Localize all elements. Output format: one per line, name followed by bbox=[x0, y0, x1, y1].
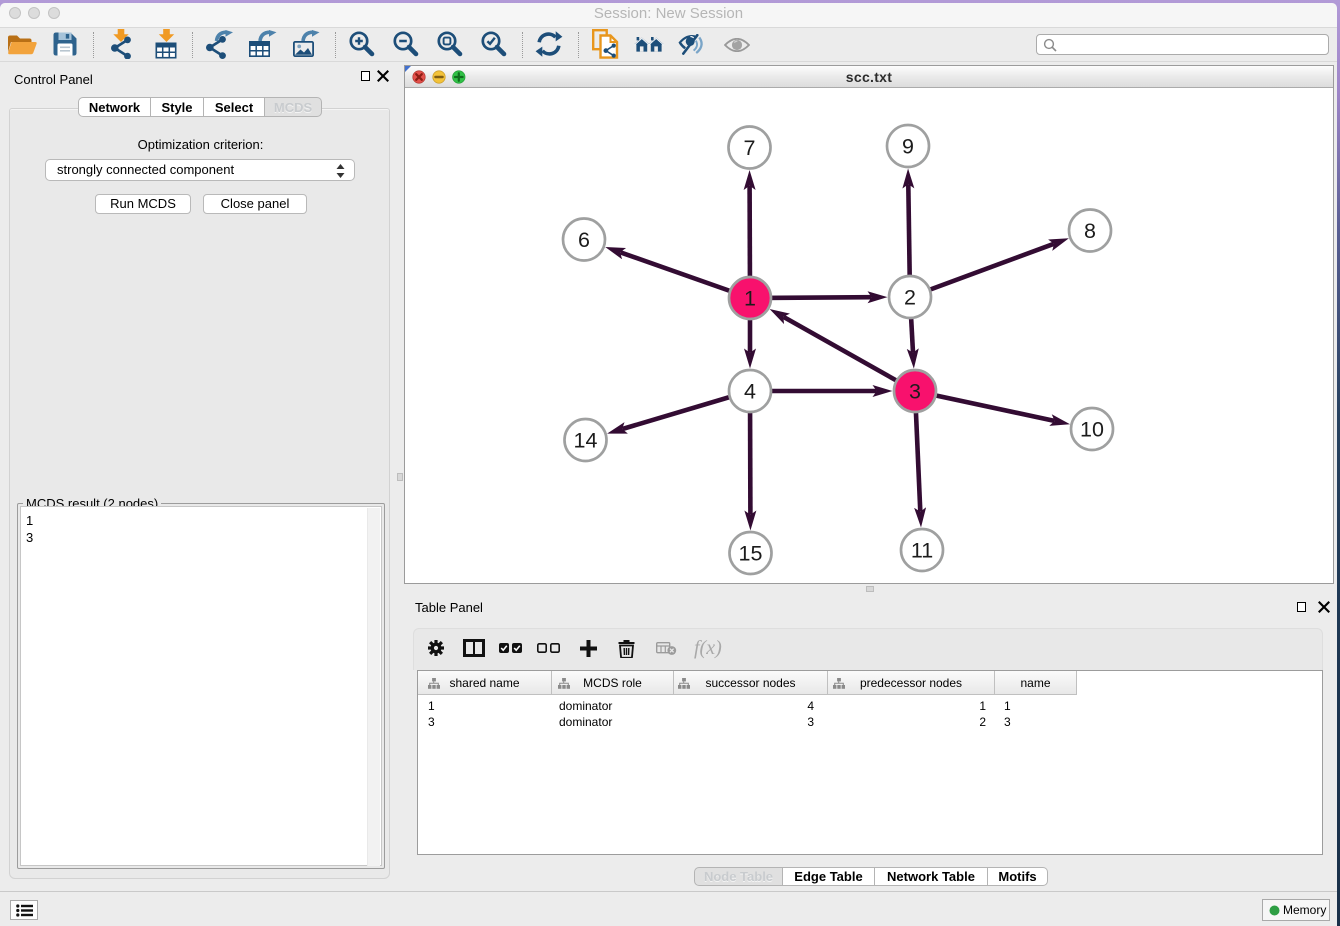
svg-text:6: 6 bbox=[578, 228, 590, 252]
svg-text:4: 4 bbox=[744, 380, 756, 404]
svg-text:15: 15 bbox=[739, 542, 763, 566]
svg-text:10: 10 bbox=[1080, 418, 1104, 442]
svg-text:9: 9 bbox=[902, 135, 914, 159]
svg-text:11: 11 bbox=[911, 539, 933, 563]
svg-text:3: 3 bbox=[909, 380, 921, 404]
svg-text:2: 2 bbox=[904, 286, 916, 310]
svg-text:8: 8 bbox=[1084, 219, 1096, 243]
svg-text:14: 14 bbox=[574, 429, 598, 453]
svg-text:7: 7 bbox=[744, 136, 756, 160]
svg-text:1: 1 bbox=[744, 287, 756, 311]
